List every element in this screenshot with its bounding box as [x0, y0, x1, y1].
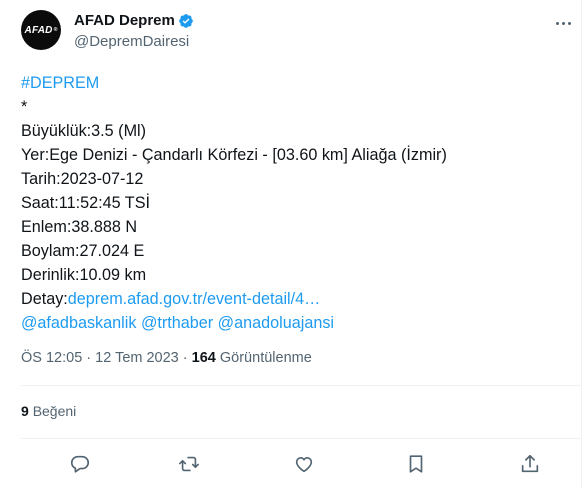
tweet-time[interactable]: ÖS 12:05 [21, 350, 82, 366]
tweet-line-location: Yer:Ege Denizi - Çandarlı Körfezi - [03.… [21, 146, 447, 164]
mention-link[interactable]: @trthaber [141, 314, 213, 332]
verified-badge-icon [179, 13, 193, 28]
mention-link[interactable]: @afadbaskanlik [21, 314, 136, 332]
author-handle[interactable]: @DepremDairesi [74, 33, 189, 50]
author-name-row: AFAD Deprem [74, 12, 194, 29]
avatar[interactable]: AFAD ® [21, 10, 61, 50]
divider [21, 438, 581, 439]
bookmark-icon[interactable] [405, 453, 427, 475]
detail-link[interactable]: deprem.afad.gov.tr/event-detail/4… [68, 290, 321, 308]
detail-label: Detay: [21, 290, 68, 308]
tweet-line-longitude: Boylam:27.024 E [21, 242, 145, 260]
avatar-text: AFAD [24, 24, 53, 36]
divider [21, 385, 581, 386]
like-icon[interactable] [293, 453, 315, 475]
views-label: Görüntülenme [219, 350, 312, 366]
tweet-date[interactable]: 12 Tem 2023 [95, 350, 179, 366]
tweet-line-latitude: Enlem:38.888 N [21, 218, 138, 236]
likes-label: Beğeni [32, 403, 77, 419]
tweet-line-magnitude: Büyüklük:3.5 (Ml) [21, 122, 147, 140]
share-icon[interactable] [519, 453, 541, 475]
action-bar [21, 445, 581, 481]
meta-separator: · [182, 350, 188, 366]
tweet-line-depth: Derinlik:10.09 km [21, 266, 147, 284]
tweet-line-date: Tarih:2023-07-12 [21, 170, 144, 188]
mention-link[interactable]: @anadoluajansi [218, 314, 334, 332]
likes-summary[interactable]: 9 Beğeni [21, 403, 76, 419]
hashtag-link[interactable]: #DEPREM [21, 74, 99, 92]
meta-separator: · [86, 350, 92, 366]
retweet-icon[interactable] [178, 453, 200, 475]
reply-icon[interactable] [69, 453, 91, 475]
views-count: 164 [191, 350, 216, 366]
tweet-line-time: Saat:11:52:45 TSİ [21, 194, 150, 212]
tweet-text: #DEPREM * Büyüklük:3.5 (Ml) Yer:Ege Deni… [21, 71, 447, 335]
tweet-card: AFAD ® AFAD Deprem @DepremDairesi #DEPREM… [0, 0, 582, 488]
more-options-icon[interactable] [553, 13, 573, 33]
tweet-line-star: * [21, 98, 28, 116]
author-name[interactable]: AFAD Deprem [74, 12, 175, 29]
tweet-meta: ÖS 12:05 · 12 Tem 2023 · 164 Görüntülenm… [21, 350, 312, 366]
likes-count: 9 [21, 403, 29, 419]
